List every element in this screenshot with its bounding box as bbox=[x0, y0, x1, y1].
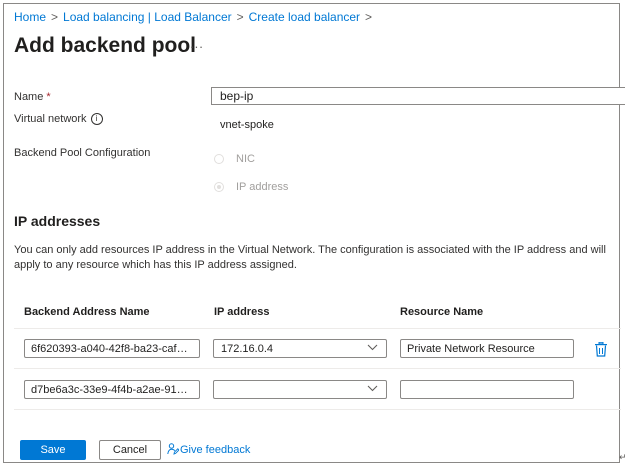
breadcrumb-load-balancing[interactable]: Load balancing | Load Balancer bbox=[63, 10, 232, 24]
cancel-button[interactable]: Cancel bbox=[99, 440, 161, 460]
give-feedback-link[interactable]: Give feedback bbox=[167, 443, 250, 456]
table-divider bbox=[14, 328, 621, 329]
table-divider bbox=[14, 409, 621, 410]
name-label: Name * bbox=[14, 91, 51, 103]
breadcrumb-create-load-balancer[interactable]: Create load balancer bbox=[249, 10, 360, 24]
save-button[interactable]: Save bbox=[20, 440, 86, 460]
required-marker: * bbox=[46, 91, 51, 103]
trash-icon[interactable] bbox=[594, 342, 608, 357]
radio-nic-label: NIC bbox=[236, 153, 255, 165]
backend-pool-config-label: Backend Pool Configuration bbox=[14, 147, 151, 159]
ip-addresses-heading: IP addresses bbox=[14, 213, 101, 229]
ip-addresses-description: You can only add resources IP address in… bbox=[14, 244, 606, 271]
vnet-label-text: Virtual network bbox=[14, 113, 87, 125]
column-header-resource-name: Resource Name bbox=[400, 306, 484, 318]
resource-name-input[interactable] bbox=[400, 339, 574, 358]
breadcrumb: Home > Load balancing | Load Balancer > Crea… bbox=[14, 10, 377, 24]
radio-ip-address[interactable] bbox=[214, 182, 224, 192]
radio-nic[interactable] bbox=[214, 154, 224, 164]
breadcrumb-separator: > bbox=[51, 10, 59, 24]
breadcrumb-separator: > bbox=[365, 10, 373, 24]
person-feedback-icon bbox=[167, 443, 180, 455]
chevron-down-icon bbox=[367, 344, 378, 351]
info-icon[interactable]: i bbox=[90, 113, 103, 126]
chevron-down-icon bbox=[367, 385, 378, 392]
vnet-label: Virtual network i bbox=[14, 113, 103, 126]
ip-address-dropdown-value: 172.16.0.4 bbox=[221, 343, 273, 355]
trailing-mark: ↵ bbox=[619, 452, 626, 462]
more-options-button[interactable]: ... bbox=[190, 36, 204, 51]
column-header-backend-address-name: Backend Address Name bbox=[24, 306, 150, 318]
column-header-ip-address: IP address bbox=[214, 306, 270, 318]
resource-name-input[interactable] bbox=[400, 380, 574, 399]
backend-address-name-input[interactable] bbox=[24, 380, 200, 399]
give-feedback-label: Give feedback bbox=[180, 444, 251, 456]
breadcrumb-home[interactable]: Home bbox=[14, 10, 46, 24]
breadcrumb-separator: > bbox=[236, 10, 244, 24]
vnet-value: vnet-spoke bbox=[220, 119, 274, 131]
blade: Home > Load balancing | Load Balancer > Crea… bbox=[3, 3, 625, 463]
page-title: Add backend pool bbox=[14, 34, 197, 57]
table-divider bbox=[14, 368, 621, 369]
name-input[interactable] bbox=[211, 87, 625, 105]
backend-address-name-input[interactable] bbox=[24, 339, 200, 358]
ip-address-dropdown[interactable]: 172.16.0.4 bbox=[213, 339, 387, 358]
ip-address-dropdown[interactable] bbox=[213, 380, 387, 399]
radio-ip-address-label: IP address bbox=[236, 181, 289, 193]
name-label-text: Name bbox=[14, 91, 44, 103]
